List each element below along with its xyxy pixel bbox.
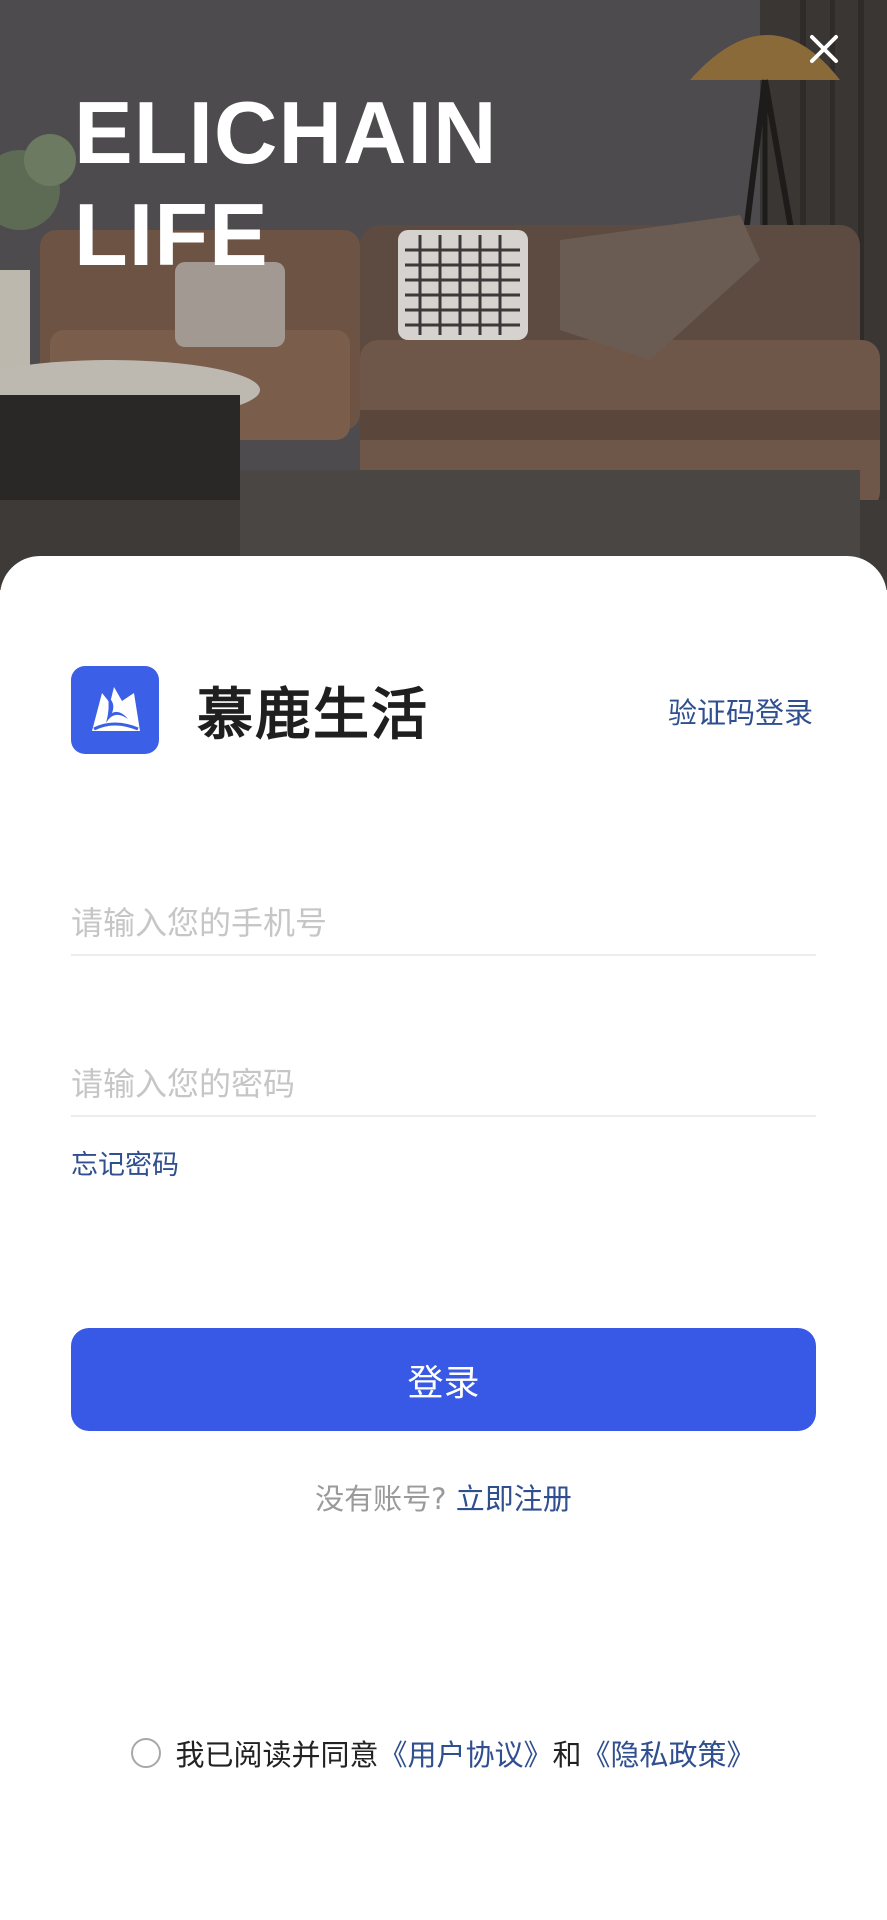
register-row: 没有账号? 立即注册 bbox=[0, 1476, 887, 1518]
password-field bbox=[71, 1037, 816, 1117]
password-input[interactable] bbox=[71, 1065, 816, 1103]
hero-title-line-2: LIFE bbox=[74, 185, 269, 284]
brand-header: 慕鹿生活 bbox=[71, 666, 429, 754]
hero-title: ELICHAIN LIFE bbox=[74, 82, 498, 286]
privacy-policy-link[interactable]: 《隐私政策》 bbox=[582, 1732, 756, 1774]
agreement-row: 我已阅读并同意 《用户协议》 和 《隐私政策》 bbox=[0, 1732, 887, 1774]
register-link[interactable]: 立即注册 bbox=[456, 1482, 572, 1516]
login-card: 慕鹿生活 验证码登录 忘记密码 登录 没有账号? 立即注册 我已阅读并同意 《用… bbox=[0, 556, 887, 1920]
forgot-password-link[interactable]: 忘记密码 bbox=[71, 1143, 179, 1182]
login-button[interactable]: 登录 bbox=[71, 1328, 816, 1431]
user-agreement-link[interactable]: 《用户协议》 bbox=[378, 1732, 552, 1774]
agreement-prefix: 我已阅读并同意 bbox=[175, 1738, 379, 1772]
close-icon bbox=[810, 35, 838, 63]
sms-login-link[interactable]: 验证码登录 bbox=[668, 690, 813, 732]
hero-title-line-1: ELICHAIN bbox=[74, 83, 498, 182]
phone-input[interactable] bbox=[71, 904, 816, 942]
app-name: 慕鹿生活 bbox=[197, 682, 429, 748]
radio-unchecked-icon[interactable] bbox=[131, 1738, 162, 1768]
deer-logo-icon bbox=[71, 666, 159, 754]
close-button[interactable] bbox=[801, 26, 847, 72]
register-prompt: 没有账号? bbox=[315, 1482, 447, 1516]
hero-banner: ELICHAIN LIFE bbox=[0, 0, 887, 590]
agreement-and: 和 bbox=[552, 1738, 582, 1772]
phone-field bbox=[71, 876, 816, 956]
